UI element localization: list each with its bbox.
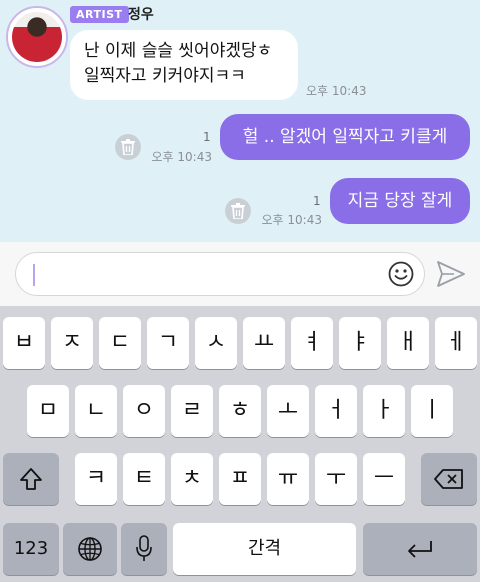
delete-message-button[interactable] <box>225 198 251 224</box>
incoming-message-line: 일찍자고 키커야지ㅋㅋ <box>84 66 246 86</box>
message-input-bar <box>0 242 480 306</box>
key-row1[interactable]: ㅕ <box>291 317 333 369</box>
trash-icon <box>231 203 245 219</box>
space-key[interactable]: 간격 <box>173 523 356 575</box>
key-row3[interactable]: ㅋ <box>75 453 117 505</box>
key-row1[interactable]: ㅔ <box>435 317 477 369</box>
sender-avatar[interactable] <box>6 6 68 68</box>
return-icon <box>408 541 432 558</box>
globe-icon <box>78 537 102 561</box>
globe-key[interactable] <box>63 523 117 575</box>
key-row3[interactable]: ㅍ <box>219 453 261 505</box>
outgoing-message-bubble[interactable]: 지금 당장 잘게 <box>330 178 470 224</box>
return-key[interactable] <box>363 523 477 575</box>
smiley-icon[interactable] <box>388 261 414 287</box>
key-row2[interactable]: ㅓ <box>315 385 357 437</box>
microphone-icon <box>136 535 152 561</box>
key-row3[interactable]: ㅌ <box>123 453 165 505</box>
outgoing-timestamp: 오후 10:43 <box>261 213 322 227</box>
key-row2[interactable]: ㅗ <box>267 385 309 437</box>
outgoing-timestamp: 오후 10:43 <box>151 150 212 164</box>
key-row3[interactable]: ㅡ <box>363 453 405 505</box>
key-row2[interactable]: ㅇ <box>123 385 165 437</box>
incoming-message-bubble[interactable]: 난 이제 슬슬 씻어야겠당ㅎ 일찍자고 키커야지ㅋㅋ <box>70 30 298 100</box>
numbers-key[interactable]: 123 <box>3 523 59 575</box>
key-row2[interactable]: ㅁ <box>27 385 69 437</box>
shift-icon <box>20 468 42 490</box>
korean-keyboard: ㅂ ㅈ ㄷ ㄱ ㅅ ㅛ ㅕ ㅑ ㅐ ㅔ ㅁ ㄴ ㅇ ㄹ ㅎ ㅗ ㅓ ㅏ ㅣ ㅋ … <box>0 306 480 582</box>
key-row1[interactable]: ㅅ <box>195 317 237 369</box>
incoming-timestamp: 오후 10:43 <box>306 84 367 98</box>
key-row3[interactable]: ㅜ <box>315 453 357 505</box>
key-row2[interactable]: ㅎ <box>219 385 261 437</box>
key-row1[interactable]: ㅂ <box>3 317 45 369</box>
key-row3[interactable]: ㅠ <box>267 453 309 505</box>
read-count: 1 <box>203 130 211 144</box>
key-row1[interactable]: ㅈ <box>51 317 93 369</box>
backspace-icon <box>434 469 463 489</box>
key-row2[interactable]: ㄹ <box>171 385 213 437</box>
key-row1[interactable]: ㄱ <box>147 317 189 369</box>
outgoing-message-bubble[interactable]: 헐 .. 알겠어 일찍자고 키클게 <box>220 114 470 160</box>
delete-message-button[interactable] <box>115 134 141 160</box>
paper-plane-icon[interactable] <box>436 260 466 288</box>
text-cursor <box>33 264 35 286</box>
shift-key[interactable] <box>3 453 59 505</box>
key-row2[interactable]: ㄴ <box>75 385 117 437</box>
sender-name: 정우 <box>128 7 154 23</box>
key-row1[interactable]: ㅛ <box>243 317 285 369</box>
key-row1[interactable]: ㅑ <box>339 317 381 369</box>
incoming-message-line: 난 이제 슬슬 씻어야겠당ㅎ <box>84 41 273 61</box>
microphone-key[interactable] <box>121 523 167 575</box>
key-row3[interactable]: ㅊ <box>171 453 213 505</box>
chat-area[interactable]: ARTIST 정우 난 이제 슬슬 씻어야겠당ㅎ 일찍자고 키커야지ㅋㅋ 오후 … <box>0 0 480 242</box>
artist-badge: ARTIST <box>70 6 129 23</box>
backspace-key[interactable] <box>421 453 477 505</box>
key-row1[interactable]: ㄷ <box>99 317 141 369</box>
read-count: 1 <box>313 194 321 208</box>
key-row1[interactable]: ㅐ <box>387 317 429 369</box>
key-row2[interactable]: ㅏ <box>363 385 405 437</box>
key-row2[interactable]: ㅣ <box>411 385 453 437</box>
message-input[interactable] <box>15 252 425 296</box>
trash-icon <box>121 139 135 155</box>
